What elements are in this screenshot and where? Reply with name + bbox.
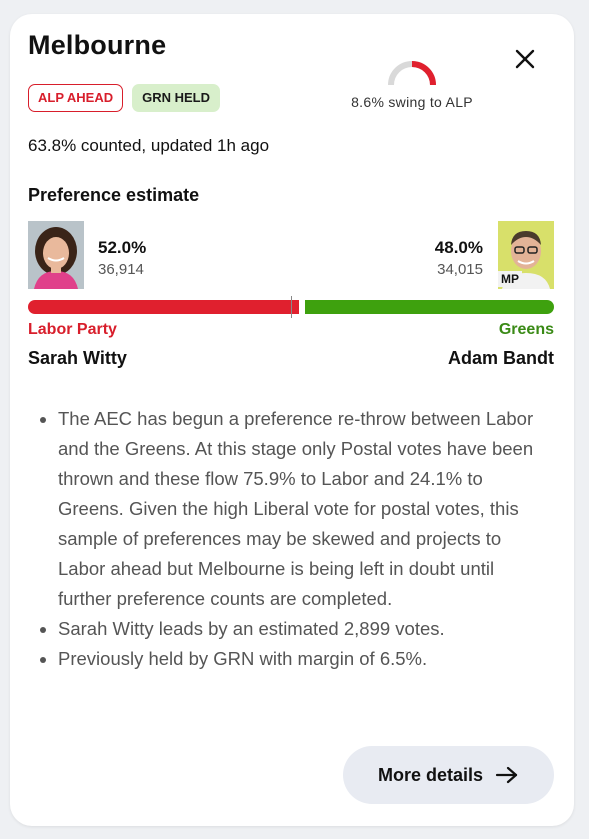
list-item: Previously held by GRN with margin of 6.… [58, 644, 538, 674]
more-details-label: More details [377, 764, 484, 785]
close-icon [515, 49, 535, 69]
status-badges: ALP AHEAD GRN HELD [28, 84, 221, 112]
candidate-photo-right: MP [498, 221, 554, 289]
preference-bar-greens [304, 300, 554, 314]
candidate-photo-left [28, 221, 84, 289]
list-item: The AEC has begun a preference re-throw … [58, 404, 538, 614]
close-button[interactable] [512, 46, 538, 72]
mp-badge: MP [498, 271, 522, 287]
right-candidate-name: Adam Bandt [447, 348, 554, 368]
count-status: 63.8% counted, updated 1h ago [28, 136, 270, 155]
seat-title: Melbourne [28, 30, 167, 60]
status-badge-grn-held: GRN HELD [132, 84, 221, 112]
left-party-name: Labor Party [28, 321, 117, 338]
seat-card: Melbourne ALP AHEAD GRN HELD 8.6% swing … [10, 14, 574, 826]
preference-bar-midpoint [291, 296, 292, 318]
candidate-avatar-sarah-witty [28, 221, 84, 289]
arrow-right-icon [495, 766, 518, 784]
left-candidate-percent: 52.0% [98, 238, 147, 257]
preference-estimate-heading: Preference estimate [28, 185, 200, 205]
swing-gauge-icon [388, 61, 436, 86]
right-candidate-percent: 48.0% [434, 238, 483, 257]
preference-bar [28, 296, 554, 318]
list-item: Sarah Witty leads by an estimated 2,899 … [58, 614, 538, 644]
status-badge-alp-ahead: ALP AHEAD [28, 84, 124, 112]
right-candidate-votes: 34,015 [437, 261, 483, 278]
preference-bar-labor [28, 300, 299, 314]
left-candidate-votes: 36,914 [98, 261, 144, 278]
more-details-button[interactable]: More details [343, 746, 554, 804]
right-party-name: Greens [498, 321, 554, 338]
left-candidate-name: Sarah Witty [28, 348, 127, 368]
swing-label: 8.6% swing to ALP [351, 94, 473, 110]
seat-notes-list: The AEC has begun a preference re-throw … [28, 404, 538, 674]
